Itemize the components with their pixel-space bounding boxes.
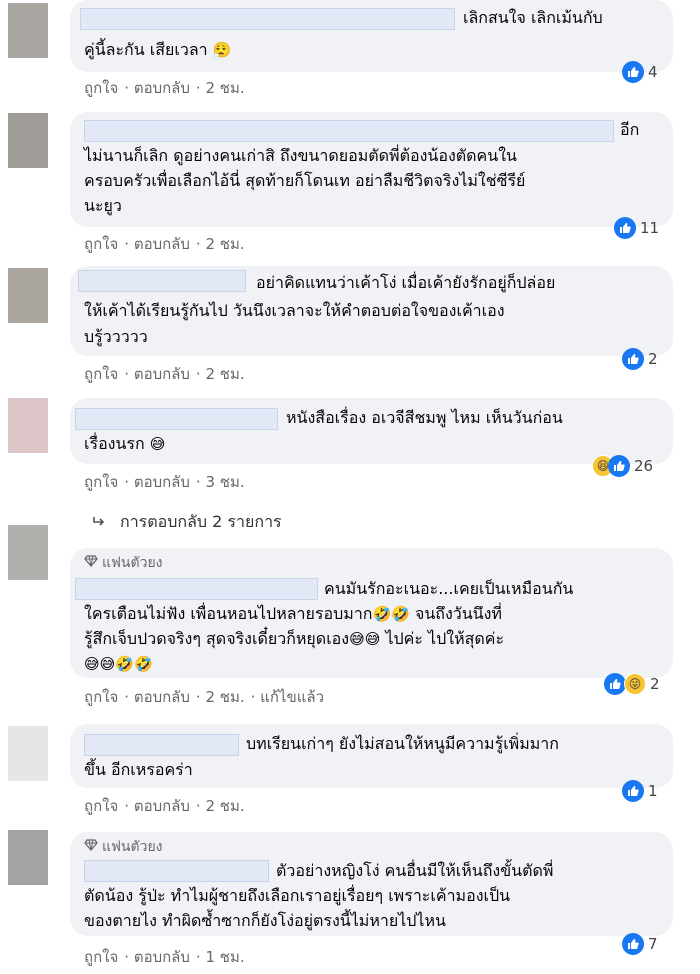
avatar[interactable] bbox=[8, 268, 48, 323]
timestamp[interactable]: 2 ชม. bbox=[205, 797, 244, 815]
comment-text: ตัดน้อง รู้ป่ะ ทำไมผู้ชายถึงเลือกเราอยู่… bbox=[84, 886, 511, 905]
emoji: 😮‍💨 bbox=[212, 41, 232, 59]
comment-text: ขึ้น อีกเหรอคร่า bbox=[84, 760, 193, 779]
replies-count-label: การตอบกลับ 2 รายการ bbox=[120, 512, 282, 531]
reply-link[interactable]: ตอบกลับ bbox=[134, 365, 190, 383]
timestamp[interactable]: 2 ชม. bbox=[205, 235, 244, 253]
comment-text: หนังสือเรื่อง อเวจีสีชมพู ไหม เห็นวันก่อ… bbox=[286, 408, 563, 427]
avatar[interactable] bbox=[8, 830, 48, 885]
redacted-name bbox=[80, 8, 455, 30]
avatar[interactable] bbox=[8, 398, 48, 453]
reply-link[interactable]: ตอบกลับ bbox=[134, 79, 190, 97]
comment-text: คนมันรักอะเนอะ...เคยเป็นเหมือนกัน bbox=[324, 579, 574, 598]
diamond-icon bbox=[84, 555, 98, 571]
comment-text: ตัวอย่างหญิงโง่ คนอื่นมีให้เห็นถึงขั้นตั… bbox=[276, 861, 554, 880]
comment-actions: ถูกใจ · ตอบกลับ · 3 ชม. bbox=[84, 473, 245, 491]
reaction-badge[interactable]: 7 bbox=[622, 933, 658, 955]
comment-actions: ถูกใจ · ตอบกลับ · 2 ชม. · แก้ไขแล้ว bbox=[84, 688, 324, 706]
top-fan-badge: แฟนตัวยง bbox=[84, 836, 163, 858]
reaction-badge[interactable]: 2 bbox=[622, 348, 658, 370]
avatar[interactable] bbox=[8, 113, 48, 168]
like-icon bbox=[622, 348, 644, 370]
comment-text: อย่าคิดแทนว่าเค้าโง่ เมื่อเค้ายังรักอยู่… bbox=[256, 273, 556, 292]
reaction-badge[interactable]: 11 bbox=[614, 217, 659, 239]
comment-text: รู้สึกเจ็บปวดจริงๆ สุดจริงเดี๋ยวก็หยุดเอ… bbox=[84, 626, 504, 652]
like-link[interactable]: ถูกใจ bbox=[84, 797, 118, 815]
avatar[interactable] bbox=[8, 726, 48, 781]
like-icon bbox=[622, 933, 644, 955]
comment-text: เรื่องนรก 😅 bbox=[84, 431, 165, 457]
emoji: 😅 bbox=[149, 435, 166, 453]
comment-actions: ถูกใจ · ตอบกลับ · 2 ชม. bbox=[84, 79, 245, 97]
redacted-name bbox=[84, 860, 269, 882]
comment-text: อีก bbox=[620, 120, 640, 139]
redacted-name bbox=[84, 120, 614, 142]
reply-arrow-icon bbox=[92, 513, 106, 532]
like-link[interactable]: ถูกใจ bbox=[84, 688, 118, 706]
emoji: 😅😅🤣🤣 bbox=[84, 655, 153, 673]
redacted-name bbox=[75, 408, 278, 430]
comment-text: คู่นี้ละกัน เสียเวลา 😮‍💨 bbox=[84, 37, 231, 63]
view-replies-link[interactable]: การตอบกลับ 2 รายการ bbox=[92, 510, 282, 535]
redacted-name bbox=[75, 578, 318, 600]
timestamp[interactable]: 2 ชม. bbox=[205, 365, 244, 383]
comment-actions: ถูกใจ · ตอบกลับ · 1 ชม. bbox=[84, 948, 245, 966]
like-link[interactable]: ถูกใจ bbox=[84, 365, 118, 383]
comment-text: เลิกสนใจ เลิกเม้นกับ bbox=[463, 8, 603, 27]
avatar[interactable] bbox=[8, 525, 48, 580]
reaction-badge[interactable]: 😆 26 bbox=[592, 455, 653, 477]
reply-link[interactable]: ตอบกลับ bbox=[134, 948, 190, 966]
like-icon bbox=[604, 673, 626, 695]
emoji: 🤣🤣 bbox=[372, 605, 410, 623]
reaction-count: 1 bbox=[648, 782, 658, 800]
reaction-badge[interactable]: 4 bbox=[622, 61, 658, 83]
reaction-badge[interactable]: 😜 2 bbox=[604, 673, 660, 695]
reply-link[interactable]: ตอบกลับ bbox=[134, 797, 190, 815]
reaction-count: 2 bbox=[648, 350, 658, 368]
like-icon bbox=[614, 217, 636, 239]
reaction-count: 4 bbox=[648, 63, 658, 81]
timestamp[interactable]: 3 ชม. bbox=[205, 473, 244, 491]
edited-label[interactable]: แก้ไขแล้ว bbox=[260, 688, 324, 706]
comment-text: 😅😅🤣🤣 bbox=[84, 651, 153, 677]
reply-link[interactable]: ตอบกลับ bbox=[134, 473, 190, 491]
comment-text: ใครเตือนไม่ฟัง เพื่อนหอนไปหลายรอบมาก🤣🤣 จ… bbox=[84, 601, 502, 627]
comment-actions: ถูกใจ · ตอบกลับ · 2 ชม. bbox=[84, 797, 245, 815]
top-fan-label: แฟนตัวยง bbox=[102, 555, 163, 571]
comment-text: บรู้ววววว bbox=[84, 327, 148, 346]
avatar[interactable] bbox=[8, 3, 48, 58]
comment-actions: ถูกใจ · ตอบกลับ · 2 ชม. bbox=[84, 365, 245, 383]
comment-text: นะยูว bbox=[84, 196, 122, 215]
comment-text: ให้เค้าได้เรียนรู้กันไป วันนึงเวลาจะให้ค… bbox=[84, 301, 505, 320]
timestamp[interactable]: 1 ชม. bbox=[205, 948, 244, 966]
top-fan-label: แฟนตัวยง bbox=[102, 839, 163, 855]
like-link[interactable]: ถูกใจ bbox=[84, 473, 118, 491]
top-fan-badge: แฟนตัวยง bbox=[84, 552, 163, 574]
comment-text: บทเรียนเก่าๆ ยังไม่สอนให้หนูมีความรู้เพิ… bbox=[246, 734, 559, 753]
haha-icon: 😜 bbox=[624, 673, 646, 695]
reaction-count: 7 bbox=[648, 935, 658, 953]
comment-text: ของตายไง ทำผิดซ้ำซากก็ยังโง่อยู่ตรงนี้ไม… bbox=[84, 911, 446, 930]
comment-text: ครอบครัวเพื่อเลือกไอ้นี่ สุดท้ายก็โดนเท … bbox=[84, 171, 526, 190]
like-link[interactable]: ถูกใจ bbox=[84, 235, 118, 253]
timestamp[interactable]: 2 ชม. bbox=[205, 79, 244, 97]
reaction-badge[interactable]: 1 bbox=[622, 780, 658, 802]
like-icon bbox=[608, 455, 630, 477]
emoji: 😅😅 bbox=[349, 630, 381, 648]
diamond-icon bbox=[84, 839, 98, 855]
reply-link[interactable]: ตอบกลับ bbox=[134, 235, 190, 253]
reply-link[interactable]: ตอบกลับ bbox=[134, 688, 190, 706]
comment-actions: ถูกใจ · ตอบกลับ · 2 ชม. bbox=[84, 235, 245, 253]
reaction-count: 26 bbox=[634, 457, 654, 475]
like-link[interactable]: ถูกใจ bbox=[84, 948, 118, 966]
redacted-name bbox=[84, 734, 239, 756]
like-icon bbox=[622, 780, 644, 802]
reaction-count: 2 bbox=[650, 675, 660, 693]
redacted-name bbox=[78, 270, 246, 292]
timestamp[interactable]: 2 ชม. bbox=[205, 688, 244, 706]
like-icon bbox=[622, 61, 644, 83]
like-link[interactable]: ถูกใจ bbox=[84, 79, 118, 97]
comment-text: ไม่นานก็เลิก ดูอย่างคนเก่าสิ ถึงขนาดยอมต… bbox=[84, 146, 517, 165]
reaction-count: 11 bbox=[640, 219, 660, 237]
